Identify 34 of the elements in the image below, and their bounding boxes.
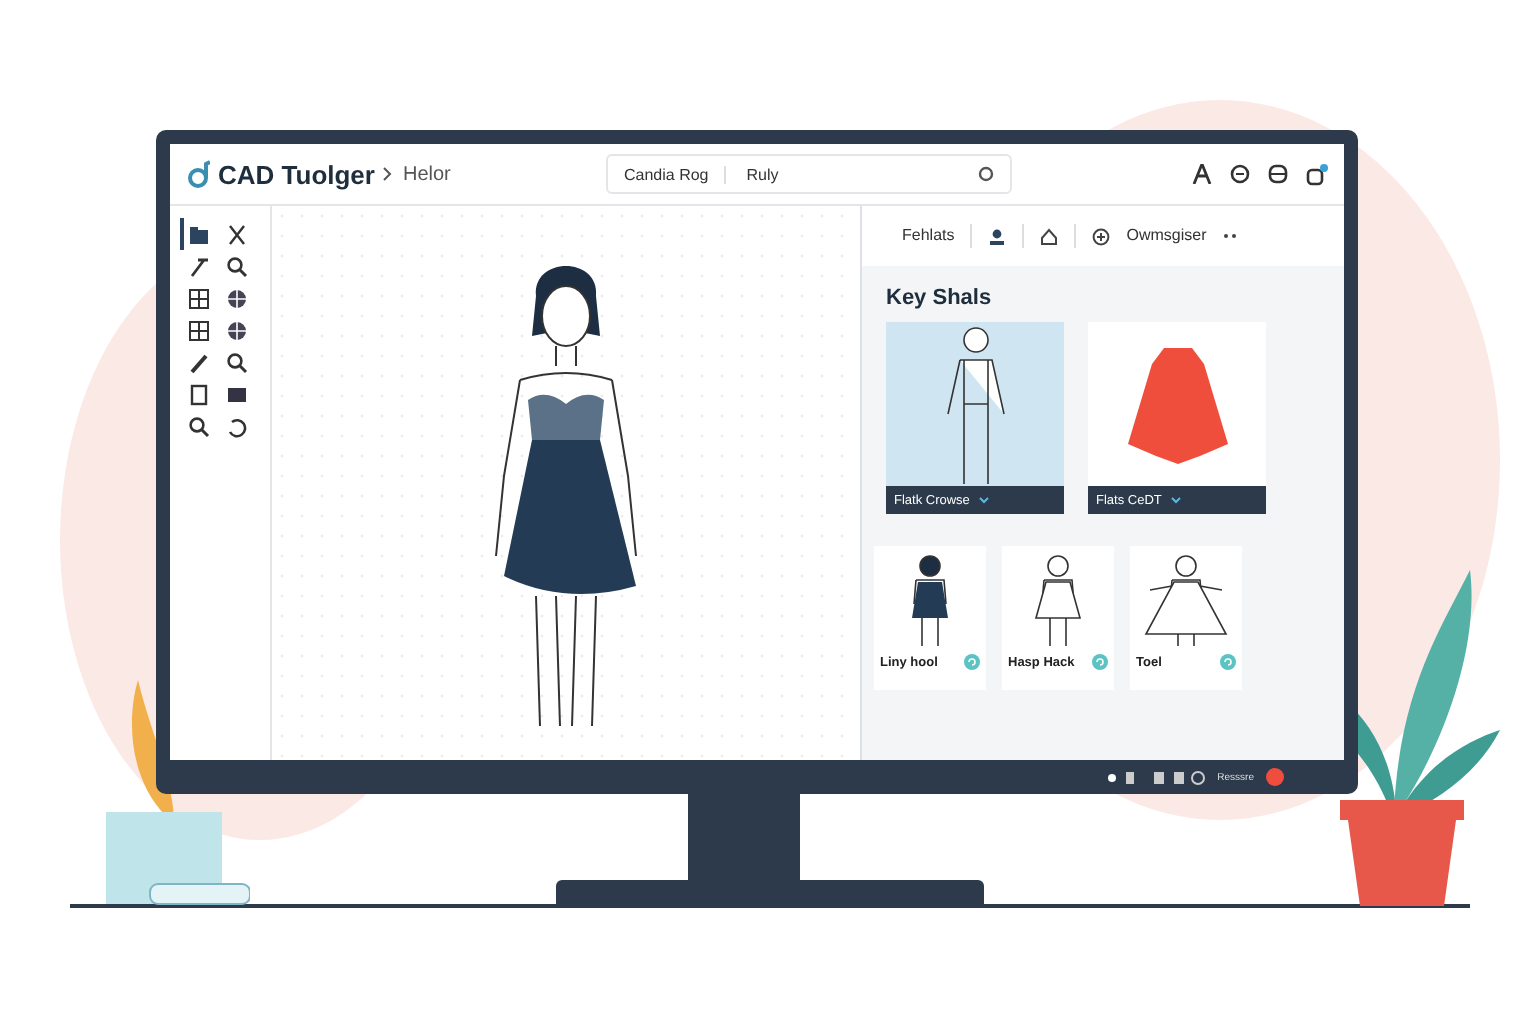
user-icon[interactable]: [988, 227, 1007, 245]
panel-icon: [225, 383, 247, 405]
chevron-icon: [977, 496, 990, 504]
add-icon[interactable]: [1092, 227, 1111, 245]
chevron-icon: [1169, 496, 1182, 504]
coat-drawing: [1127, 344, 1227, 464]
chevron-icon: [382, 166, 395, 182]
scissors-icon: [225, 223, 247, 245]
grid-icon: [187, 287, 209, 309]
grid-icon: [187, 319, 209, 341]
dress-figure-drawing: [1142, 554, 1230, 646]
pen-icon: [187, 255, 209, 277]
tool-button[interactable]: [180, 218, 212, 250]
search-tag: Candia Rog: [624, 165, 727, 183]
text-icon[interactable]: [1192, 164, 1212, 184]
search-value: Ruly: [746, 165, 781, 183]
logo-icon: [186, 160, 210, 188]
pencil-icon: [187, 351, 209, 373]
globe-icon: [225, 287, 247, 309]
notification-icon[interactable]: [1306, 163, 1328, 185]
breadcrumb-link[interactable]: Helor: [402, 163, 451, 185]
document-icon: [187, 383, 209, 405]
undo-icon: [225, 415, 247, 437]
record-indicator: [1266, 768, 1284, 786]
panel-tab[interactable]: Fehlats: [902, 222, 955, 250]
folder-icon: [187, 223, 209, 245]
globe-icon: [225, 319, 247, 341]
app-title: CAD Tuolger: [218, 159, 375, 189]
home-icon[interactable]: [1040, 227, 1059, 245]
more-icon[interactable]: [1222, 232, 1241, 240]
panel-tab[interactable]: Owmsgiser: [1126, 222, 1207, 250]
status-icons-drawing: [1105, 769, 1206, 785]
section-heading: Key Shals: [884, 284, 994, 314]
search-field[interactable]: Candia Rog Ruly: [606, 154, 1012, 194]
